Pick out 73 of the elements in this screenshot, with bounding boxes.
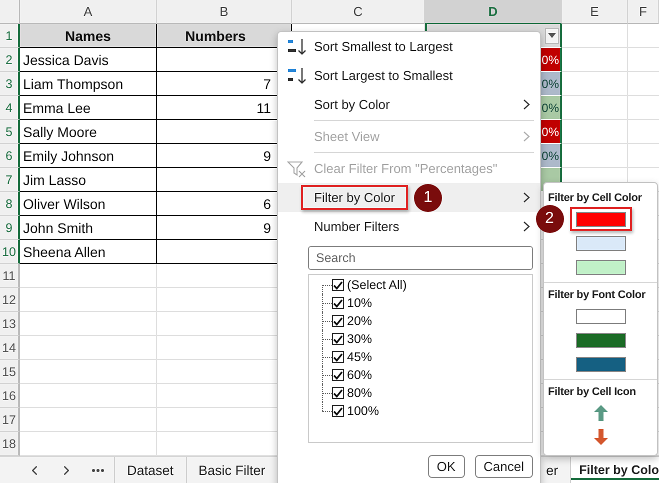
table-cell: Jim Lasso xyxy=(20,168,157,192)
header-cell: Names xyxy=(20,24,157,48)
row-header[interactable]: 17 xyxy=(0,408,20,432)
down-arrow-icon xyxy=(594,429,608,445)
chevron-right-icon xyxy=(523,131,530,142)
filter-dropdown-button[interactable] xyxy=(545,28,559,44)
column-header[interactable]: B xyxy=(157,0,292,24)
row-header[interactable]: 8 xyxy=(0,192,20,216)
checkbox[interactable] xyxy=(332,351,344,363)
chevron-right-icon xyxy=(523,221,530,232)
checkbox-label: 80% xyxy=(347,386,372,400)
checkbox-label: 20% xyxy=(347,314,372,328)
table-cell: Emma Lee xyxy=(20,96,157,120)
checkbox[interactable] xyxy=(332,315,344,327)
row-header[interactable]: 6 xyxy=(0,144,20,168)
table-cell: Sheena Allen xyxy=(20,240,157,264)
clear-filter-icon xyxy=(287,160,307,178)
column-header[interactable]: E xyxy=(562,0,628,24)
step-badge: 1 xyxy=(414,184,442,212)
row-header[interactable]: 15 xyxy=(0,360,20,384)
checkbox[interactable] xyxy=(332,405,344,417)
row-header[interactable]: 7 xyxy=(0,168,20,192)
column-header[interactable]: A xyxy=(20,0,157,24)
table-cell: Sally Moore xyxy=(20,120,157,144)
sort-descending-icon xyxy=(287,66,307,84)
checkbox-label: 10% xyxy=(347,296,372,310)
row-header[interactable]: 16 xyxy=(0,384,20,408)
row-header[interactable]: 12 xyxy=(0,288,20,312)
checkbox-label: 60% xyxy=(347,368,372,382)
chevron-right-icon xyxy=(523,99,530,110)
checkbox-label: (Select All) xyxy=(347,278,407,292)
row-header[interactable]: 4 xyxy=(0,96,20,120)
up-arrow-icon xyxy=(594,405,608,421)
column-header[interactable]: F xyxy=(628,0,659,24)
checkbox[interactable] xyxy=(332,387,344,399)
row-header[interactable]: 18 xyxy=(0,432,20,456)
checkbox-label: 100% xyxy=(347,404,379,418)
row-header[interactable]: 1 xyxy=(0,24,20,48)
section-title: Filter by Cell Color xyxy=(547,191,643,206)
sort-ascending-icon xyxy=(287,38,307,56)
column-header[interactable]: D xyxy=(425,0,562,24)
section-title: Filter by Font Color xyxy=(547,288,646,303)
table-cell: Jessica Davis xyxy=(20,48,157,72)
row-header[interactable]: 3 xyxy=(0,72,20,96)
section-title: Filter by Cell Icon xyxy=(547,385,637,400)
sheet-tab[interactable]: Dataset xyxy=(114,457,186,483)
checkbox[interactable] xyxy=(332,333,344,345)
table-cell: Emily Johnson xyxy=(20,144,157,168)
ok-button[interactable]: OK xyxy=(428,455,465,478)
row-header[interactable]: 9 xyxy=(0,216,20,240)
row-header[interactable]: 5 xyxy=(0,120,20,144)
table-cell: Liam Thompson xyxy=(20,72,157,96)
row-header[interactable]: 10 xyxy=(0,240,20,264)
row-header[interactable]: 13 xyxy=(0,312,20,336)
table-cell: John Smith xyxy=(20,216,157,240)
column-header[interactable]: C xyxy=(292,0,425,24)
search-field[interactable]: Search xyxy=(308,246,533,270)
row-header[interactable]: 11 xyxy=(0,264,20,288)
row-header[interactable]: 14 xyxy=(0,336,20,360)
sheet-tab[interactable]: Filter by Colo xyxy=(570,457,659,483)
checkbox[interactable] xyxy=(332,279,344,291)
menu-item[interactable]: Filter by Color 1 xyxy=(278,183,540,212)
row-header[interactable]: 2 xyxy=(0,48,20,72)
checkbox-label: 30% xyxy=(347,332,372,346)
dropdown-arrow-icon xyxy=(548,33,556,38)
chevron-right-icon xyxy=(523,192,530,203)
checkbox-label: 45% xyxy=(347,350,372,364)
checkbox[interactable] xyxy=(332,369,344,381)
table-cell: Oliver Wilson xyxy=(20,192,157,216)
cancel-button[interactable]: Cancel xyxy=(474,455,533,478)
more-icon xyxy=(92,468,104,472)
header-cell: Numbers xyxy=(157,24,292,48)
checkbox[interactable] xyxy=(332,297,344,309)
